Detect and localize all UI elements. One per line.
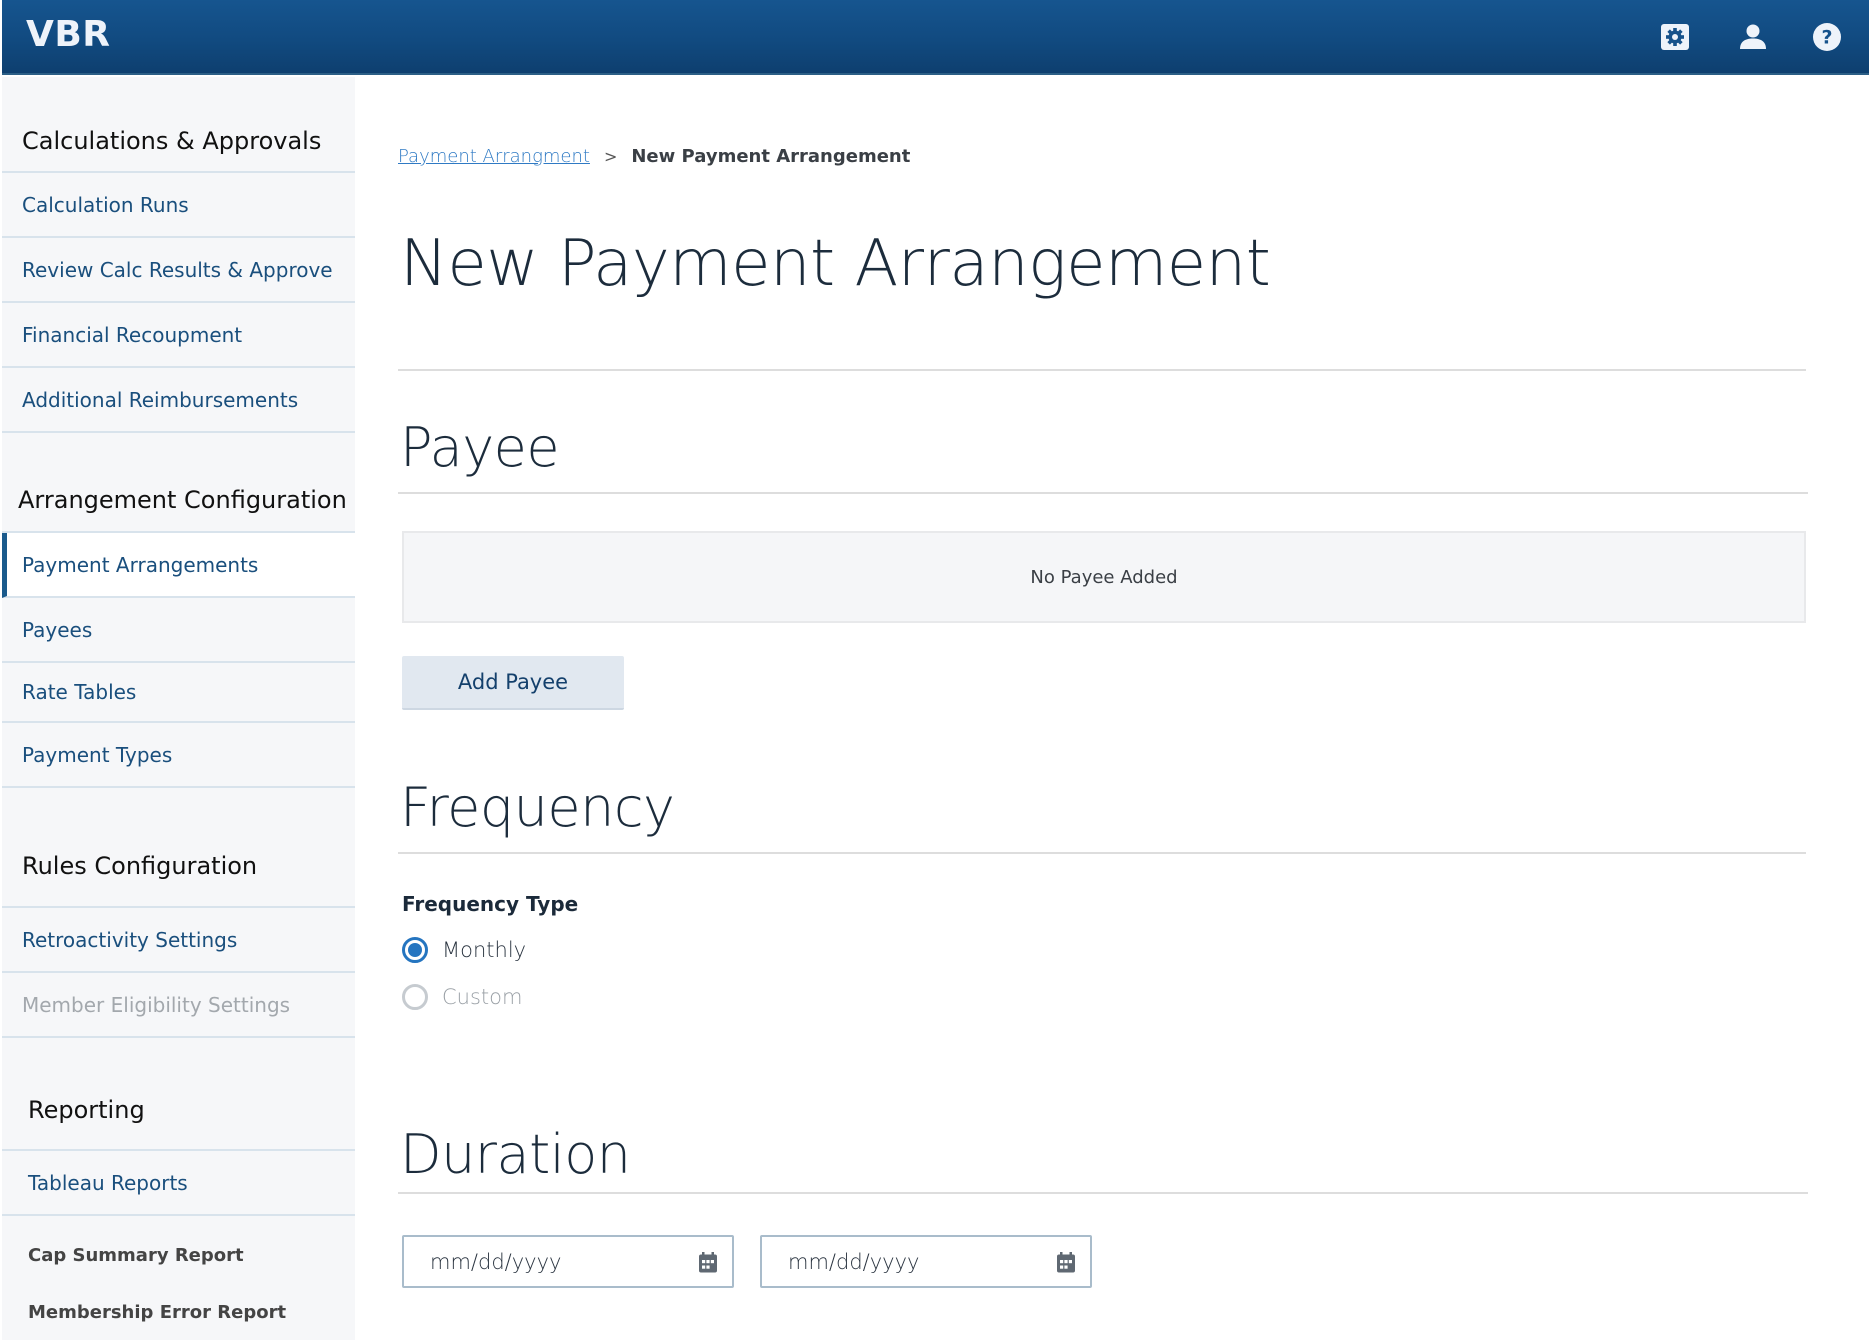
sidebar-item-member-eligibility-settings: Member Eligibility Settings <box>2 973 355 1038</box>
sidebar-item-payment-types[interactable]: Payment Types <box>2 723 355 788</box>
sidebar-item-tableau-reports[interactable]: Tableau Reports <box>2 1151 355 1216</box>
radio-button-selected[interactable] <box>402 937 428 963</box>
payee-divider <box>398 492 1808 494</box>
sidebar-item-financial-recoupment[interactable]: Financial Recoupment <box>2 303 355 368</box>
app-logo[interactable]: VBR <box>26 14 111 55</box>
sidebar-heading-reporting: Reporting <box>28 1096 145 1124</box>
no-payee-text: No Payee Added <box>1030 566 1178 588</box>
breadcrumb: Payment Arrangment > New Payment Arrange… <box>398 146 910 167</box>
radio-button-unselected[interactable] <box>402 984 428 1010</box>
duration-section-title: Duration <box>400 1123 631 1186</box>
sidebar-heading-calculations: Calculations & Approvals <box>22 127 322 155</box>
title-divider <box>398 369 1806 371</box>
frequency-divider <box>398 852 1806 854</box>
sidebar-item-calculation-runs[interactable]: Calculation Runs <box>2 173 355 238</box>
sidebar-report-cap-summary[interactable]: Cap Summary Report <box>28 1245 244 1266</box>
end-date-placeholder: mm/dd/yyyy <box>788 1249 920 1274</box>
sidebar-heading-rules-configuration: Rules Configuration <box>22 852 258 880</box>
svg-text:?: ? <box>1821 27 1832 49</box>
help-icon[interactable]: ? <box>1812 22 1842 52</box>
breadcrumb-current: New Payment Arrangement <box>631 146 911 167</box>
payee-empty-state: No Payee Added <box>402 531 1806 623</box>
breadcrumb-link-payment-arrangement[interactable]: Payment Arrangment <box>398 146 590 167</box>
payee-section-title: Payee <box>400 416 560 479</box>
calendar-icon[interactable] <box>1056 1252 1076 1277</box>
add-payee-button[interactable]: Add Payee <box>402 656 624 710</box>
radio-label-custom: Custom <box>442 985 523 1009</box>
sidebar-heading-arrangement-configuration: Arrangement Configuration <box>18 486 347 514</box>
page-title: New Payment Arrangement <box>400 227 1271 301</box>
sidebar-item-retroactivity-settings[interactable]: Retroactivity Settings <box>2 908 355 973</box>
settings-icon[interactable] <box>1660 22 1690 52</box>
sidebar-item-review-calc-results[interactable]: Review Calc Results & Approve <box>2 238 355 303</box>
radio-label-monthly: Monthly <box>442 938 527 962</box>
end-date-input[interactable]: mm/dd/yyyy <box>760 1235 1092 1288</box>
sidebar-item-rate-tables[interactable]: Rate Tables <box>2 663 355 723</box>
sidebar-nav: Calculations & Approvals Calculation Run… <box>2 77 355 1340</box>
calendar-icon[interactable] <box>698 1252 718 1277</box>
top-header-bar: VBR ? <box>2 0 1869 75</box>
sidebar-item-additional-reimbursements[interactable]: Additional Reimbursements <box>2 368 355 433</box>
frequency-type-label: Frequency Type <box>402 892 579 916</box>
frequency-section-title: Frequency <box>400 776 675 839</box>
sidebar-item-payment-arrangements[interactable]: Payment Arrangements <box>2 533 355 598</box>
frequency-option-custom[interactable]: Custom <box>402 984 522 1010</box>
sidebar-item-payees[interactable]: Payees <box>2 598 355 663</box>
breadcrumb-separator: > <box>603 147 618 166</box>
frequency-option-monthly[interactable]: Monthly <box>402 937 526 963</box>
duration-divider <box>398 1192 1808 1194</box>
start-date-placeholder: mm/dd/yyyy <box>430 1249 562 1274</box>
sidebar-report-membership-error[interactable]: Membership Error Report <box>28 1302 286 1323</box>
user-icon[interactable] <box>1738 22 1768 52</box>
start-date-input[interactable]: mm/dd/yyyy <box>402 1235 734 1288</box>
